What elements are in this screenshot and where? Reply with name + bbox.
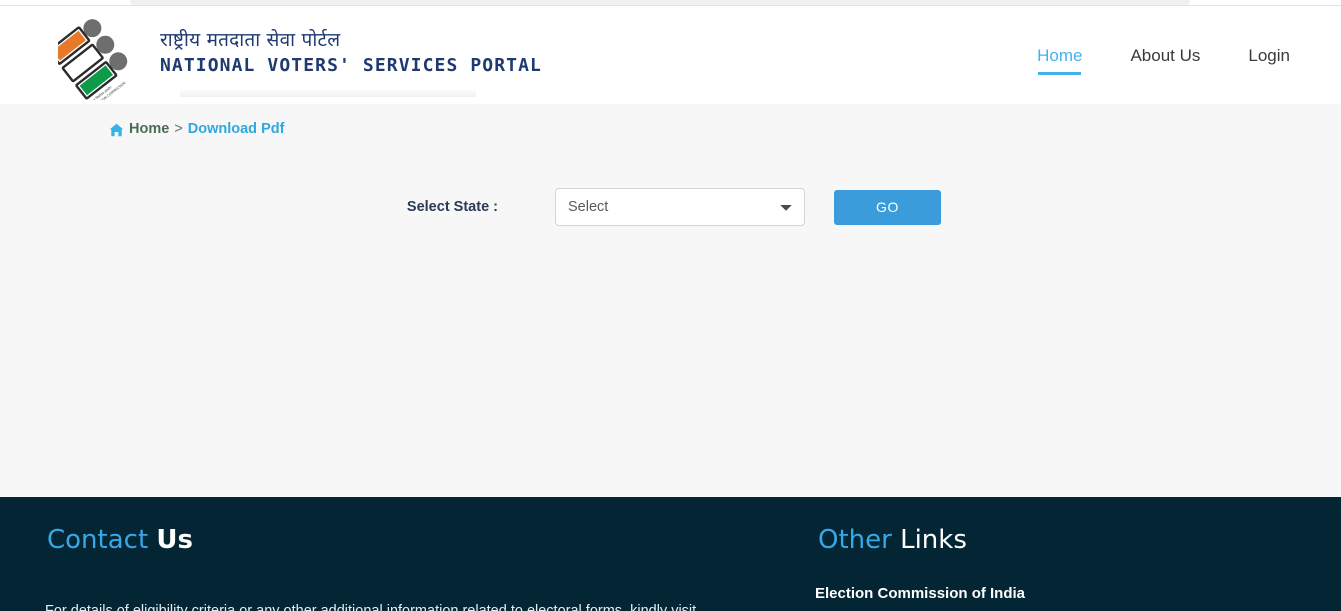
main-nav: Home About Us Login [1013, 41, 1314, 75]
contact-us-heading: Contact Us [47, 525, 193, 555]
main-content: Home > Download Pdf Select State : Selec… [0, 104, 1341, 497]
select-state-label: Select State : [406, 199, 498, 215]
state-select[interactable]: Select [555, 188, 805, 226]
breadcrumb-current: Download Pdf [187, 121, 285, 137]
brand-text: राष्ट्रीय मतदाता सेवा पोर्टल NATIONAL VO… [160, 29, 542, 81]
other-links-heading: Other Links [818, 525, 967, 555]
other-links-heading-accent: Other [818, 525, 892, 555]
brand-title-english: NATIONAL VOTERS' SERVICES PORTAL [160, 55, 542, 77]
breadcrumb: Home > Download Pdf [109, 121, 284, 137]
nav-item-login[interactable]: Login [1224, 41, 1314, 71]
site-header: भारत निर्वाचन आयोग ELECTION COMMISSION र… [0, 7, 1341, 108]
nav-item-home[interactable]: Home [1013, 41, 1106, 75]
brand-underbar [180, 89, 476, 97]
nav-item-about-us[interactable]: About Us [1106, 41, 1224, 71]
eci-logo-icon: भारत निर्वाचन आयोग ELECTION COMMISSION [48, 12, 146, 108]
home-icon [109, 123, 124, 137]
site-footer: Contact Us For details of eligibility cr… [0, 497, 1341, 611]
footer-link-election-commission-of-india[interactable]: Election Commission of India [815, 585, 1025, 602]
breadcrumb-home-link[interactable]: Home [129, 121, 169, 137]
go-button[interactable]: GO [834, 189, 941, 225]
contact-us-heading-plain: Us [156, 525, 194, 555]
select-state-form: Select State : Select GO [0, 188, 1341, 226]
breadcrumb-separator: > [174, 121, 183, 137]
brand[interactable]: भारत निर्वाचन आयोग ELECTION COMMISSION र… [48, 12, 542, 108]
omnibox-ghost [130, 0, 1190, 5]
brand-title-hindi: राष्ट्रीय मतदाता सेवा पोर्टल [160, 29, 341, 52]
contact-us-heading-accent: Contact [47, 525, 149, 555]
browser-chrome-strip [0, 0, 1341, 6]
contact-paragraph: For details of eligibility criteria or a… [45, 602, 697, 611]
other-links-heading-plain: Links [900, 525, 967, 555]
